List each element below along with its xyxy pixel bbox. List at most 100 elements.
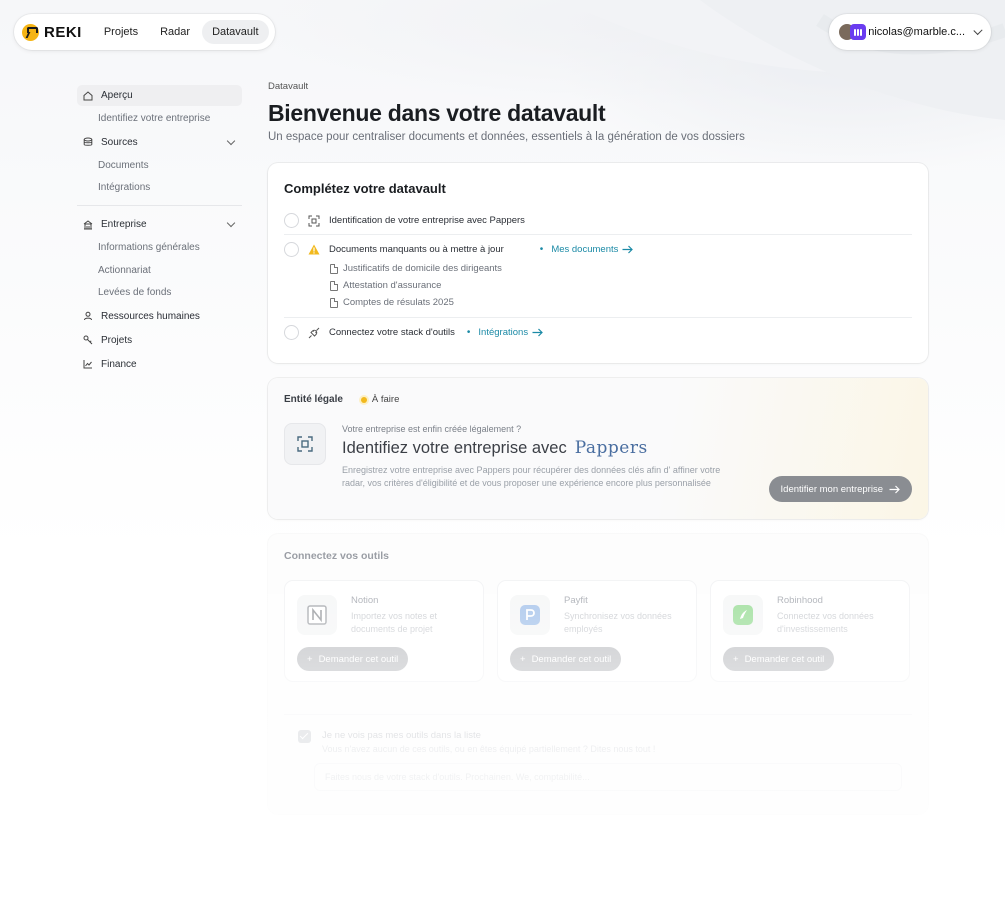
sidebar-item-documents[interactable]: Documents: [77, 156, 242, 175]
logo[interactable]: REKI: [22, 23, 82, 41]
entity-description: Enregistrez votre entreprise avec Papper…: [342, 465, 721, 489]
doc-item[interactable]: Attestation d'assurance: [330, 277, 912, 294]
divider: [284, 234, 912, 235]
breadcrumb[interactable]: Datavault: [268, 78, 928, 94]
dot-separator: •: [466, 327, 471, 338]
robinhood-icon: [723, 595, 763, 635]
sidebar-item-rh[interactable]: Ressources humaines: [77, 306, 242, 327]
missing-tools-section: Je ne vois pas mes outils dans la liste …: [284, 714, 912, 796]
checklist-card: Complétez votre datavault Identification…: [268, 163, 928, 363]
sidebar: Aperçu Identifiez votre entreprise Sourc…: [77, 85, 242, 378]
tool-name: Robinhood: [777, 595, 823, 606]
missing-tools-input[interactable]: Faites nous de votre stack d'outils. Pro…: [314, 763, 902, 791]
tool-card-notion: Notion Importez vos notes et documents d…: [284, 580, 484, 682]
sidebar-item-label: Sources: [101, 136, 138, 148]
sidebar-item-label: Projets: [101, 334, 133, 346]
sidebar-item-levees[interactable]: Levées de fonds: [77, 283, 242, 302]
file-icon: [330, 263, 338, 274]
chevron-down-icon[interactable]: [226, 218, 236, 228]
doc-label: Attestation d'assurance: [343, 280, 442, 291]
request-tool-button[interactable]: + Demander cet outil: [510, 647, 622, 671]
tool-desc: Synchronisez vos données employés: [564, 611, 672, 635]
checklist-radio[interactable]: [284, 213, 299, 228]
chart-line-icon: [83, 359, 93, 369]
database-icon: [83, 137, 93, 147]
arrow-right-icon: [532, 328, 543, 337]
nav-radar[interactable]: Radar: [150, 20, 200, 44]
doc-item[interactable]: Justificatifs de domicile des dirigeants: [330, 260, 912, 277]
entity-header: Entité légale À faire: [284, 394, 912, 405]
checklist-row-identification: Identification de votre entreprise avec …: [284, 213, 912, 228]
sidebar-item-label: Aperçu: [101, 90, 133, 101]
dot-separator: •: [539, 244, 544, 255]
tool-name: Payfit: [564, 595, 588, 606]
tool-card-robinhood: Robinhood Connectez vos données d'invest…: [710, 580, 910, 682]
plus-icon: +: [307, 653, 313, 665]
tool-desc: Importez vos notes et documents de proje…: [351, 611, 438, 635]
home-icon: [83, 90, 93, 101]
badge-label: À faire: [371, 394, 400, 405]
divider: [284, 317, 912, 318]
sidebar-item-actionnariat[interactable]: Actionnariat: [77, 261, 242, 280]
breadcrumb-label: Datavault: [268, 80, 309, 92]
main-content: Datavault Bienvenue dans votre datavault…: [268, 78, 928, 814]
chevron-down-icon[interactable]: [226, 136, 236, 145]
request-tool-button[interactable]: + Demander cet outil: [297, 647, 409, 671]
sidebar-item-sources[interactable]: Sources: [77, 132, 242, 153]
arrow-right-icon: [889, 485, 900, 493]
entity-card: Entité légale À faire Votre entreprise e…: [268, 378, 928, 519]
request-tool-button[interactable]: + Demander cet outil: [723, 647, 835, 671]
doc-item[interactable]: Comptes de résulats 2025: [330, 294, 912, 311]
identify-company-button[interactable]: Identifier mon entreprise: [768, 476, 912, 502]
sidebar-item-integrations[interactable]: Intégrations: [77, 178, 242, 197]
building-icon: [83, 219, 93, 230]
sidebar-item-apercu[interactable]: Aperçu: [77, 85, 242, 106]
tools-card: Connectez vos outils Notion Importez vos…: [268, 534, 928, 814]
page-subtitle: Un espace pour centraliser documents et …: [268, 131, 745, 143]
payfit-icon: [510, 595, 550, 635]
key-icon: [83, 335, 93, 345]
missing-docs-list: Justificatifs de domicile des dirigeants…: [330, 260, 912, 311]
scan-icon: [284, 423, 326, 465]
file-icon: [330, 297, 338, 308]
missing-tools-checkbox[interactable]: [298, 730, 311, 743]
sidebar-item-identifiez[interactable]: Identifiez votre entreprise: [77, 109, 242, 128]
warning-icon: [307, 244, 321, 255]
mes-documents-link[interactable]: Mes documents: [551, 244, 634, 255]
logo-text: REKI: [44, 23, 82, 41]
entity-pretitle: Votre entreprise est enfin créée légalem…: [342, 424, 522, 434]
file-icon: [330, 280, 338, 291]
checklist-radio[interactable]: [284, 242, 299, 257]
sidebar-item-label: Ressources humaines: [101, 310, 200, 322]
plug-icon: [307, 327, 321, 339]
entity-headline: Identifiez votre entreprise avec Pappers: [342, 438, 648, 458]
user-email: nicolas@marble.c...: [868, 26, 966, 38]
user-icon: [83, 311, 93, 321]
page-title: Bienvenue dans votre datavault: [268, 100, 606, 126]
status-badge: À faire: [360, 394, 400, 405]
entity-title: Entité légale: [284, 394, 343, 405]
integrations-link[interactable]: Intégrations: [478, 327, 543, 338]
sidebar-item-informations[interactable]: Informations générales: [77, 238, 242, 257]
checklist-row-documents: Documents manquants ou à mettre à jour •…: [284, 242, 912, 257]
sidebar-item-label: Entreprise: [101, 219, 147, 230]
nav-projets[interactable]: Projets: [94, 20, 148, 44]
sidebar-item-entreprise[interactable]: Entreprise: [77, 214, 242, 235]
chevron-down-icon: [973, 25, 983, 36]
plus-icon: +: [520, 653, 526, 665]
button-label: Demander cet outil: [744, 653, 825, 665]
arrow-right-icon: [622, 245, 634, 254]
reki-logo-icon: [22, 23, 39, 41]
headline-text: Identifiez votre entreprise avec: [342, 439, 567, 457]
user-menu[interactable]: nicolas@marble.c...: [829, 14, 991, 50]
checklist-row-tools: Connectez votre stack d'outils • Intégra…: [284, 325, 912, 340]
sidebar-item-projets[interactable]: Projets: [77, 330, 242, 351]
missing-tools-title: Je ne vois pas mes outils dans la liste: [322, 730, 481, 741]
missing-tools-subtitle: Vous n'avez aucun de ces outils, ou en ê…: [322, 744, 656, 754]
scan-icon: [307, 215, 321, 227]
plus-icon: +: [733, 653, 739, 665]
checklist-radio[interactable]: [284, 325, 299, 340]
nav-datavault[interactable]: Datavault: [202, 20, 269, 44]
checklist-row-label: Connectez votre stack d'outils: [329, 327, 455, 338]
sidebar-item-finance[interactable]: Finance: [77, 354, 242, 375]
